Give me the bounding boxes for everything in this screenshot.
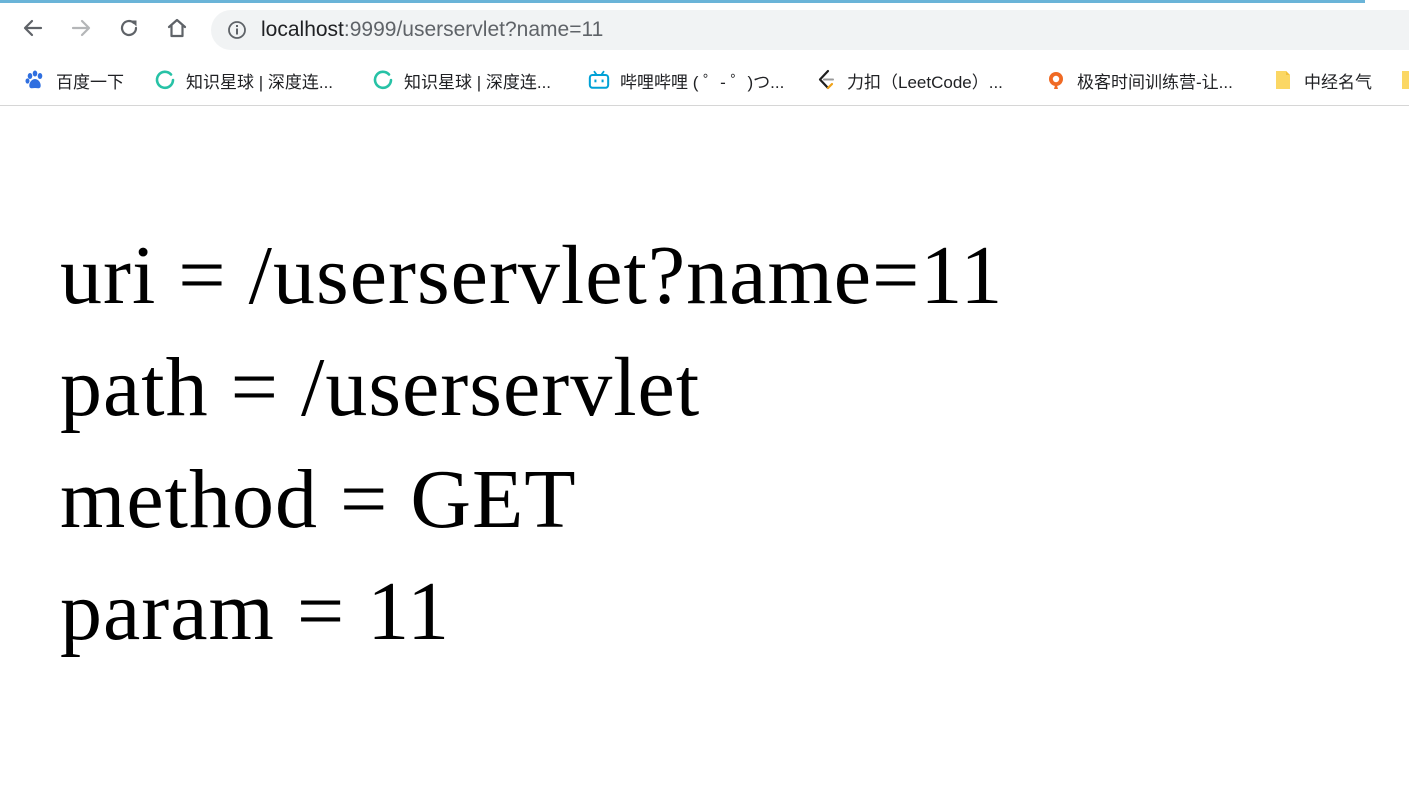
back-arrow-icon — [23, 19, 43, 37]
page-content: uri = /userservlet?name=11 path = /users… — [60, 220, 1003, 668]
baidu-paw-icon — [24, 69, 46, 91]
forward-button[interactable] — [65, 12, 97, 44]
folder-icon — [1398, 69, 1409, 91]
zsxq-ring-icon — [154, 69, 176, 91]
address-bar[interactable]: localhost:9999/userservlet?name=11 — [211, 10, 1409, 50]
bookmark-baidu[interactable]: 百度一下 — [24, 67, 124, 93]
bookmark-label: 哔哩哔哩 ( ゜- ゜)つ... — [620, 72, 785, 92]
uri-line: uri = /userservlet?name=11 — [60, 229, 1004, 322]
folder-icon — [1272, 69, 1294, 91]
reload-button[interactable] — [113, 12, 145, 44]
url-text[interactable]: localhost:9999/userservlet?name=11 — [261, 19, 603, 41]
bookmarks-bar: 百度一下 知识星球 | 深度连... 知识星球 | 深度连... 哔哩哔哩 ( … — [0, 57, 1409, 106]
bookmark-label: 知识星球 | 深度连... — [404, 72, 552, 92]
forward-arrow-icon — [71, 19, 91, 37]
back-button[interactable] — [17, 12, 49, 44]
site-info-icon[interactable] — [227, 20, 247, 40]
path-line: path = /userservlet — [60, 341, 701, 434]
home-button[interactable] — [161, 12, 193, 44]
bookmark-zsxq-1[interactable]: 知识星球 | 深度连... — [154, 67, 333, 93]
bookmark-folder-zhongjing[interactable]: 中经名气 — [1272, 67, 1372, 93]
param-line: param = 11 — [60, 565, 451, 658]
bookmark-label: 中经名气 — [1304, 72, 1372, 92]
method-line: method = GET — [60, 453, 577, 546]
url-host: localhost — [261, 18, 344, 41]
bilibili-tv-icon — [588, 69, 610, 91]
bookmark-folder-overflow[interactable] — [1398, 67, 1409, 93]
bookmark-leetcode[interactable]: 力扣（LeetCode）... — [815, 67, 1003, 93]
bookmark-zsxq-2[interactable]: 知识星球 | 深度连... — [372, 67, 551, 93]
browser-toolbar: localhost:9999/userservlet?name=11 — [0, 3, 1409, 57]
geektime-icon — [1045, 69, 1067, 91]
bookmark-label: 极客时间训练营-让... — [1077, 72, 1233, 92]
bookmark-geektime[interactable]: 极客时间训练营-让... — [1045, 67, 1233, 93]
home-icon — [167, 18, 187, 38]
bookmark-label: 知识星球 | 深度连... — [186, 72, 334, 92]
reload-icon — [120, 19, 138, 37]
bookmark-label: 百度一下 — [56, 72, 124, 92]
bookmark-bilibili[interactable]: 哔哩哔哩 ( ゜- ゜)つ... — [588, 67, 784, 93]
leetcode-icon — [815, 69, 837, 91]
zsxq-ring-icon — [372, 69, 394, 91]
bookmark-label: 力扣（LeetCode）... — [847, 72, 1003, 92]
url-path: :9999/userservlet?name=11 — [343, 18, 604, 41]
